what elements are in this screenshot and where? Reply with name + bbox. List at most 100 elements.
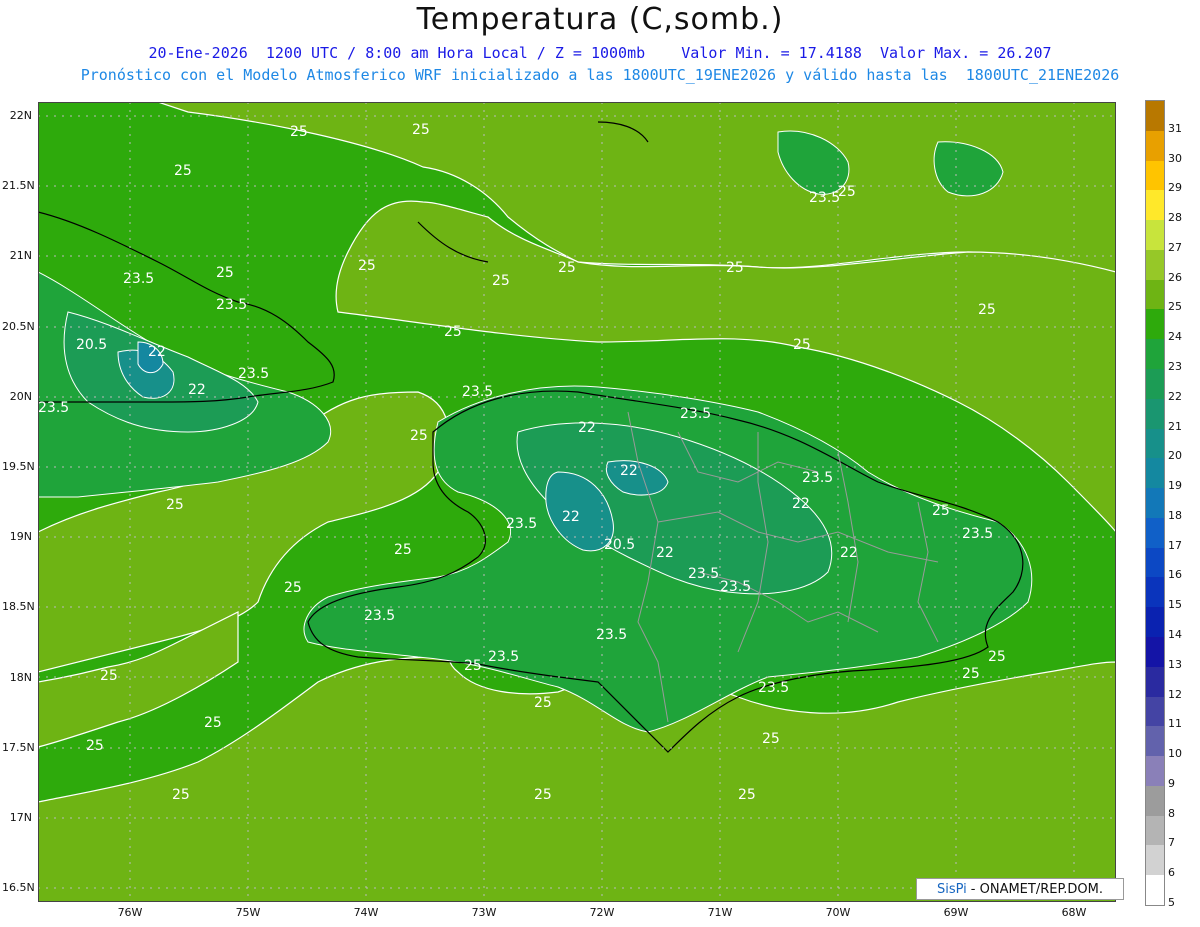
contour-label: 22 (656, 545, 674, 561)
contour-label: 25 (932, 503, 950, 519)
contour-label: 23.5 (680, 406, 711, 422)
contour-label: 25 (172, 787, 190, 803)
colorbar-cell (1146, 875, 1164, 906)
colorbar-cell (1146, 488, 1164, 519)
contour-label: 23.5 (809, 190, 840, 206)
colorbar-label: 18 (1168, 508, 1182, 522)
colorbar-cell (1146, 190, 1164, 221)
contour-label: 25 (174, 163, 192, 179)
colorbar-label: 8 (1168, 806, 1175, 820)
colorbar-label: 24 (1168, 330, 1182, 344)
longitude-label: 73W (471, 906, 497, 919)
contour-label: 25 (394, 542, 412, 558)
colorbar-label: 5 (1168, 896, 1175, 909)
longitude-label: 70W (825, 906, 851, 919)
colorbar-cell (1146, 339, 1164, 370)
colorbar-cell (1146, 220, 1164, 251)
colorbar-cell (1146, 785, 1164, 817)
colorbar-cell (1146, 845, 1164, 876)
colorbar-label: 19 (1168, 479, 1182, 493)
contour-label: 25 (558, 260, 576, 276)
contour-label: 25 (534, 787, 552, 803)
colorbar-cell (1146, 279, 1164, 310)
contour-label: 23.5 (758, 680, 789, 696)
colorbar-cell (1146, 517, 1164, 549)
colorbar-cell (1146, 666, 1164, 698)
contour-label: 23.5 (238, 366, 269, 382)
longitude-label: 72W (589, 906, 615, 919)
latitude-label: 20N (9, 389, 32, 403)
contour-label: 20.5 (76, 337, 107, 353)
colorbar-label: 31 (1168, 121, 1182, 135)
contour-label: 25 (962, 666, 980, 682)
contour-label: 23.5 (488, 649, 519, 665)
colorbar-cell (1146, 130, 1164, 162)
colorbar-label: 14 (1168, 628, 1182, 641)
colorbar-label: 30 (1168, 151, 1182, 165)
colorbar-label: 13 (1168, 657, 1182, 671)
colorbar-cell (1146, 398, 1164, 430)
colorbar-label: 22 (1168, 389, 1182, 403)
contour-label: 25 (793, 337, 811, 353)
colorbar-label: 26 (1168, 270, 1182, 284)
contour-label: 23.5 (688, 566, 719, 582)
colorbar-cell (1146, 428, 1164, 459)
latitude-label: 19.5N (2, 460, 35, 473)
colorbar-cell (1146, 726, 1164, 757)
contour-label: 25 (284, 580, 302, 596)
latitude-label: 17.5N (2, 740, 35, 754)
latitude-label: 20.5N (2, 319, 35, 333)
colorbar-cell (1146, 160, 1164, 191)
latitude-label: 19N (9, 530, 32, 544)
contour-label: 25 (762, 731, 780, 747)
contour-label: 25 (464, 658, 482, 674)
colorbar-cell (1146, 696, 1164, 727)
colorbar-cell (1146, 309, 1164, 340)
latitude-label: 18.5N (2, 600, 35, 614)
longitude-label: 68W (1061, 906, 1087, 919)
colorbar-cell (1146, 815, 1164, 846)
contour-label: 25 (838, 184, 856, 200)
contour-label: 25 (444, 324, 462, 340)
colorbar-cell (1146, 458, 1164, 489)
contour-label: 25 (412, 122, 430, 138)
longitude-label: 71W (707, 906, 733, 919)
credit-box: SisPi - ONAMET/REP.DOM. (916, 878, 1124, 900)
valid-time-subtitle: 20-Ene-2026 1200 UTC / 8:00 am Hora Loca… (148, 44, 1052, 62)
colorbar-label: 17 (1168, 538, 1182, 552)
colorbar-cell (1146, 369, 1164, 400)
colorbar-label: 27 (1168, 240, 1182, 254)
longitude-label: 69W (943, 906, 969, 919)
colorbar-cell (1146, 577, 1164, 608)
longitude-label: 74W (353, 906, 379, 919)
colorbar-label: 12 (1168, 687, 1182, 701)
temperature-colorbar (1145, 100, 1165, 906)
colorbar-label: 29 (1168, 181, 1182, 195)
temperature-map: 25 25 25 25 25 25 25 25 25 25 25 25 25 2… (38, 102, 1116, 902)
colorbar-label: 15 (1168, 598, 1182, 612)
contour-label: 25 (290, 124, 308, 140)
colorbar-cell (1146, 756, 1164, 787)
sispi-logo: SisPi (936, 881, 967, 897)
contour-label: 20.5 (604, 537, 635, 553)
contour-label: 23.5 (802, 470, 833, 486)
contour-label: 23.5 (462, 384, 493, 400)
colorbar-label: 23 (1168, 360, 1182, 373)
contour-label: 25 (216, 265, 234, 281)
credit-text: - ONAMET/REP.DOM. (970, 881, 1104, 897)
contour-label: 22 (578, 420, 596, 436)
contour-label: 23.5 (38, 400, 69, 416)
contour-label: 23.5 (962, 526, 993, 542)
colorbar-label: 6 (1168, 866, 1175, 880)
contour-label: 25 (492, 273, 510, 289)
contour-label: 25 (978, 302, 996, 318)
colorbar-cell (1146, 547, 1164, 578)
latitude-label: 16.5N (2, 881, 35, 895)
contour-label: 23.5 (216, 297, 247, 313)
contour-label: 23.5 (506, 516, 537, 532)
contour-label: 25 (100, 668, 118, 684)
colorbar-cell (1146, 101, 1164, 132)
colorbar-label: 21 (1168, 419, 1182, 433)
colorbar-cell (1146, 637, 1164, 668)
latitude-label: 17N (9, 811, 32, 824)
